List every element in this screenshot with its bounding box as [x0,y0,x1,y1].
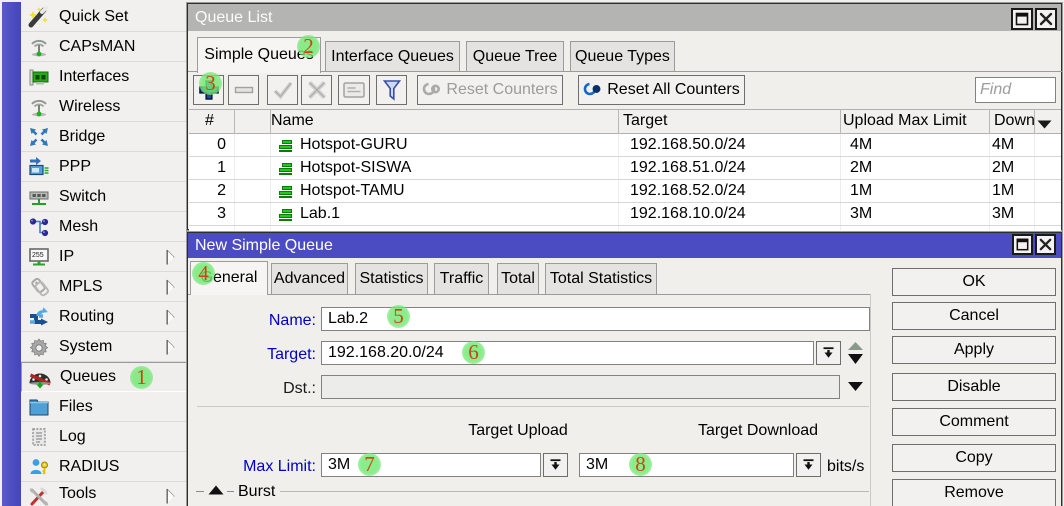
svg-text:255: 255 [32,252,44,259]
